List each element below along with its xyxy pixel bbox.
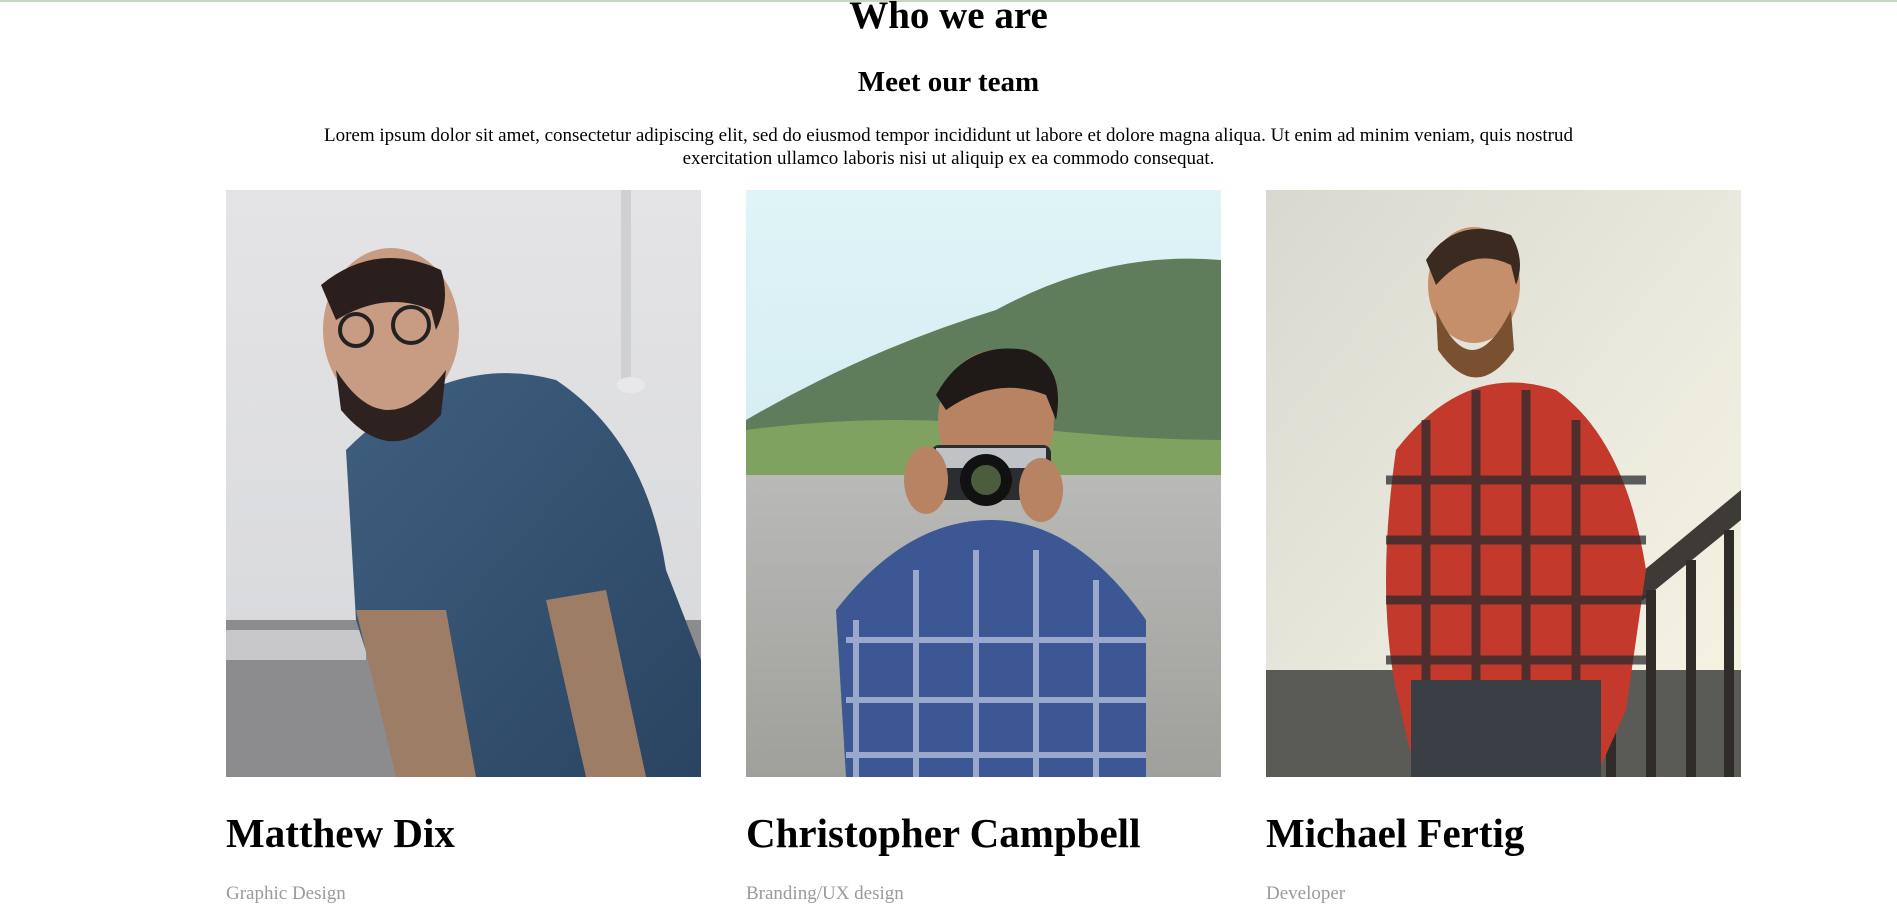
portrait-image: [746, 190, 1221, 777]
member-role: Developer: [1266, 883, 1346, 904]
member-photo: [746, 190, 1221, 777]
member-photo: [1266, 190, 1741, 777]
team-card-matthew-dix: Matthew Dix Graphic Design: [226, 190, 701, 904]
member-name: Matthew Dix: [226, 810, 455, 856]
intro-paragraph: Lorem ipsum dolor sit amet, consectetur …: [324, 125, 1573, 169]
member-name: Michael Fertig: [1266, 810, 1525, 856]
section-subtitle: Meet our team: [857, 66, 1040, 98]
member-role: Branding/UX design: [746, 883, 904, 904]
team-card-christopher-campbell: Christopher Campbell Branding/UX design: [746, 190, 1221, 904]
portrait-image: [1266, 190, 1741, 777]
team-card-michael-fertig: Michael Fertig Developer: [1266, 190, 1741, 904]
member-name: Christopher Campbell: [746, 810, 1141, 856]
member-photo: [226, 190, 701, 777]
member-role: Graphic Design: [226, 883, 346, 904]
portrait-image: [226, 190, 701, 777]
team-page: Who we are Meet our team Lorem ipsum dol…: [0, 0, 1897, 922]
section-title: Who we are: [849, 0, 1048, 37]
